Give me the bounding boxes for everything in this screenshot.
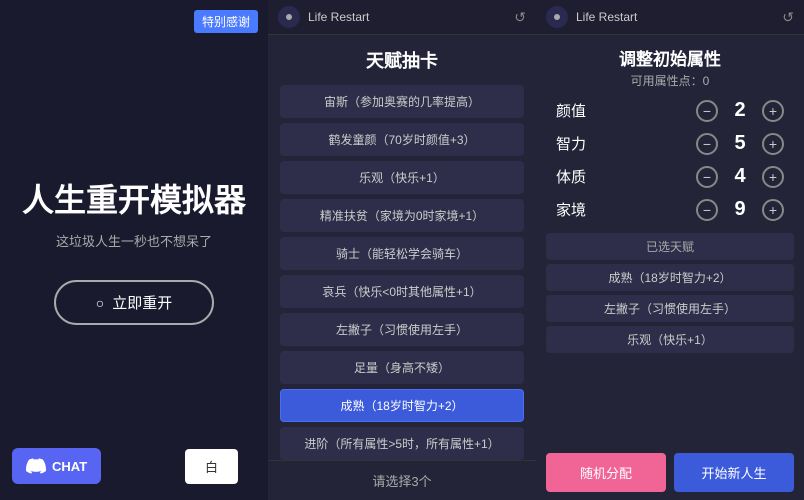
special-badge: 特别感谢 — [194, 10, 258, 33]
attr-decrease-button[interactable]: − — [696, 166, 718, 188]
sub-title: 这垃圾人生一秒也不想呆了 — [56, 231, 212, 250]
attr-decrease-button[interactable]: − — [696, 133, 718, 155]
attr-value: 2 — [726, 99, 754, 122]
start-button[interactable]: 开始新人生 — [674, 453, 794, 492]
middle-panel-title: 天赋抽卡 — [268, 35, 536, 81]
right-panel: Life Restart ↺ 调整初始属性 可用属性点：0 颜值 − 2 + 智… — [536, 0, 804, 500]
attr-control: − 2 + — [696, 99, 784, 122]
middle-window-title: Life Restart — [308, 10, 506, 24]
selected-talent-item: 成熟（18岁时智力+2） — [546, 264, 794, 291]
middle-header: Life Restart ↺ — [268, 0, 536, 35]
talent-list: 宙斯（参加奥赛的几率提高） 鹤发童颜（70岁时颜值+3） 乐观（快乐+1） 精准扶贫（… — [268, 81, 536, 460]
right-footer: 随机分配 开始新人生 — [536, 445, 804, 500]
middle-reload-icon[interactable]: ↺ — [514, 9, 526, 26]
selected-talents-section: 已选天赋成熟（18岁时智力+2） 左撇子（习惯使用左手） 乐观（快乐+1） — [546, 233, 794, 353]
attr-increase-button[interactable]: + — [762, 100, 784, 122]
talent-item[interactable]: 哀兵（快乐<0时其他属性+1） — [280, 275, 524, 308]
attr-points: 可用属性点：0 — [536, 72, 804, 89]
attr-row: 体质 − 4 + — [556, 165, 784, 188]
talent-item[interactable]: 鹤发童颜（70岁时颜值+3） — [280, 123, 524, 156]
middle-header-icon — [278, 6, 300, 28]
attr-name: 家境 — [556, 199, 606, 220]
right-window-title: Life Restart — [576, 10, 774, 24]
paw-icon — [283, 11, 295, 23]
attr-row: 智力 − 5 + — [556, 132, 784, 155]
middle-footer: 请选择3个 — [268, 460, 536, 500]
attr-name: 体质 — [556, 166, 606, 187]
attr-increase-button[interactable]: + — [762, 199, 784, 221]
random-button[interactable]: 随机分配 — [546, 453, 666, 492]
talent-item[interactable]: 宙斯（参加奥赛的几率提高） — [280, 85, 524, 118]
discord-chat-button[interactable]: CHAT — [12, 448, 101, 484]
attr-control: − 5 + — [696, 132, 784, 155]
discord-icon — [26, 456, 46, 476]
attr-control: − 9 + — [696, 198, 784, 221]
attr-row: 颜值 − 2 + — [556, 99, 784, 122]
attr-control: − 4 + — [696, 165, 784, 188]
attr-list: 颜值 − 2 + 智力 − 5 + 体质 − 4 + 家境 − — [536, 99, 804, 221]
discord-label: CHAT — [52, 459, 87, 474]
left-panel: 特别感谢 人生重开模拟器 这垃圾人生一秒也不想呆了 立即重开 CHAT 白 — [0, 0, 268, 500]
right-reload-icon[interactable]: ↺ — [782, 9, 794, 26]
selected-talents-label: 已选天赋 — [546, 233, 794, 260]
restart-button[interactable]: 立即重开 — [54, 280, 214, 325]
talent-item[interactable]: 精准扶贫（家境为0时家境+1） — [280, 199, 524, 232]
talent-item[interactable]: 左撇子（习惯使用左手） — [280, 313, 524, 346]
attr-row: 家境 − 9 + — [556, 198, 784, 221]
attr-value: 4 — [726, 165, 754, 188]
talent-item[interactable]: 乐观（快乐+1） — [280, 161, 524, 194]
main-title: 人生重开模拟器 — [22, 175, 246, 221]
attr-title: 调整初始属性 — [536, 35, 804, 72]
talent-item[interactable]: 足量（身高不矮） — [280, 351, 524, 384]
talent-item[interactable]: 骑士（能轻松学会骑车） — [280, 237, 524, 270]
right-header-icon — [546, 6, 568, 28]
attr-decrease-button[interactable]: − — [696, 199, 718, 221]
attr-decrease-button[interactable]: − — [696, 100, 718, 122]
attr-increase-button[interactable]: + — [762, 133, 784, 155]
attr-name: 颜值 — [556, 100, 606, 121]
right-header: Life Restart ↺ — [536, 0, 804, 35]
paw-icon-right — [551, 11, 563, 23]
attr-value: 9 — [726, 198, 754, 221]
talent-item[interactable]: 成熟（18岁时智力+2） — [280, 389, 524, 422]
white-button[interactable]: 白 — [185, 449, 238, 484]
attr-increase-button[interactable]: + — [762, 166, 784, 188]
attr-name: 智力 — [556, 133, 606, 154]
attr-value: 5 — [726, 132, 754, 155]
selected-talent-item: 乐观（快乐+1） — [546, 326, 794, 353]
middle-panel: Life Restart ↺ 天赋抽卡 宙斯（参加奥赛的几率提高） 鹤发童颜（70… — [268, 0, 536, 500]
selected-talent-item: 左撇子（习惯使用左手） — [546, 295, 794, 322]
talent-item[interactable]: 进阶（所有属性>5时，所有属性+1） — [280, 427, 524, 460]
